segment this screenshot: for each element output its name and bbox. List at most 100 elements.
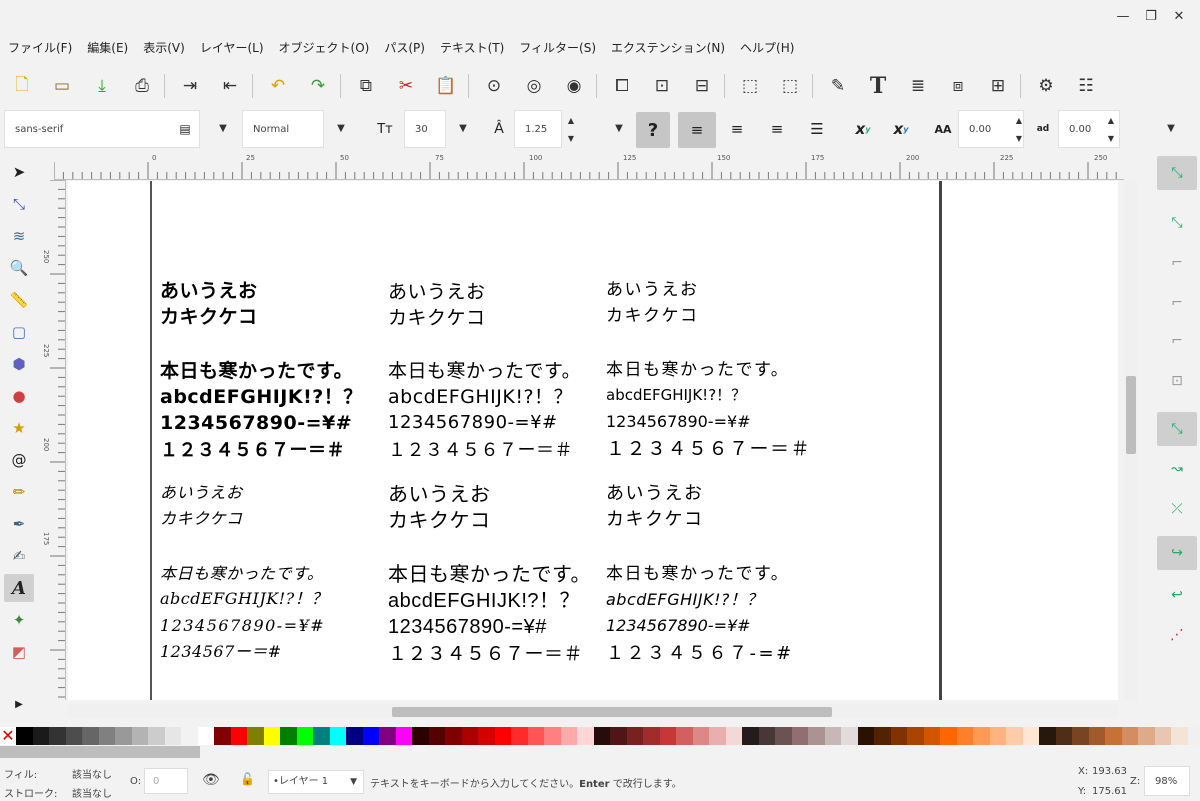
color-swatch[interactable] (1022, 727, 1039, 745)
rectangle-tool-icon[interactable]: ▢ (4, 318, 34, 346)
group-icon[interactable]: ⬚ (736, 72, 764, 100)
color-swatch[interactable] (296, 727, 313, 745)
hide-layer-icon[interactable]: 👁 (202, 772, 220, 788)
color-swatch[interactable] (808, 727, 825, 745)
horizontal-scroll-thumb[interactable] (392, 707, 832, 717)
cut-icon[interactable]: ✂ (392, 72, 420, 100)
paste-icon[interactable]: 📋 (432, 72, 460, 100)
preferences-icon[interactable]: ☷ (1072, 72, 1100, 100)
canvas-text[interactable]: 本日も寒かったです。 (606, 362, 789, 379)
clone-icon[interactable]: ⊡ (648, 72, 676, 100)
canvas-text[interactable]: 本日も寒かったです。 (606, 566, 789, 583)
canvas-text[interactable]: abcdEFGHIJK!?！？ (160, 591, 328, 607)
toolbar-overflow-icon[interactable]: ▼ (1162, 120, 1180, 138)
color-swatch[interactable] (890, 727, 907, 745)
align-justify-icon[interactable]: ☰ (802, 114, 832, 144)
color-swatch[interactable] (247, 727, 264, 745)
vertical-ruler[interactable]: 250 225 200 175 (40, 180, 66, 700)
canvas-text[interactable]: カキクケコ (606, 511, 704, 529)
minimize-icon[interactable]: — (1112, 6, 1134, 28)
maximize-icon[interactable]: ❐ (1140, 6, 1162, 28)
color-swatch[interactable] (940, 727, 957, 745)
export-icon[interactable]: ⇤ (216, 72, 244, 100)
color-swatch[interactable] (626, 727, 643, 745)
color-swatch[interactable] (16, 727, 33, 745)
snap-smooth-nodes-icon[interactable]: ↩ (1157, 578, 1197, 612)
canvas-text[interactable]: あいうえお (388, 283, 486, 302)
letter-spacing-up-icon[interactable]: ▲ (1014, 116, 1024, 125)
menu-file[interactable]: ファイル(F) (8, 36, 72, 60)
menu-path[interactable]: パス(P) (384, 36, 425, 60)
color-swatch[interactable] (1006, 727, 1023, 745)
snap-paths-icon[interactable]: ↝ (1157, 452, 1197, 486)
color-swatch[interactable] (131, 727, 148, 745)
current-layer-select[interactable]: •レイヤー 1 ▼ (268, 770, 364, 794)
color-swatch[interactable] (989, 727, 1006, 745)
word-spacing-down-icon[interactable]: ▼ (1106, 134, 1116, 143)
align-left-icon[interactable]: ≡ (678, 112, 716, 148)
font-list-icon[interactable]: ▤ (170, 114, 200, 144)
palette-scrollbar[interactable] (0, 746, 200, 758)
canvas-text[interactable]: abcdEFGHIJK!?！？ (160, 388, 363, 407)
unlink-clone-icon[interactable]: ⊟ (688, 72, 716, 100)
selector-tool-icon[interactable]: ➤ (4, 158, 34, 186)
canvas-text[interactable]: 1234567890-=¥# (606, 414, 751, 430)
zoom-field[interactable]: 98% (1144, 766, 1190, 796)
canvas-text[interactable]: abcdEFGHIJK!?！？ (388, 591, 580, 611)
superscript-icon[interactable]: xy (848, 114, 878, 144)
font-size-field[interactable]: 30 (404, 110, 446, 148)
canvas-text[interactable]: １２３４５６７ー＝＃ (160, 442, 345, 460)
canvas-text[interactable]: 1234567890-=¥# (388, 414, 558, 432)
canvas-text[interactable]: 1234567890-=¥# (160, 414, 352, 433)
color-swatch[interactable] (725, 727, 742, 745)
text-font-icon[interactable]: T (864, 72, 892, 100)
canvas-text[interactable]: あいうえお (606, 282, 699, 299)
color-swatch[interactable] (115, 727, 132, 745)
color-swatch[interactable] (593, 727, 610, 745)
horizontal-scrollbar[interactable] (68, 704, 1118, 718)
color-swatch[interactable] (1187, 727, 1200, 745)
color-swatch[interactable] (643, 727, 660, 745)
color-swatch[interactable] (1121, 727, 1138, 745)
lock-layer-icon[interactable]: 🔓 (240, 772, 255, 786)
document-properties-icon[interactable]: ⚙ (1032, 72, 1060, 100)
menu-view[interactable]: 表示(V) (143, 36, 185, 60)
color-swatch[interactable] (461, 727, 478, 745)
color-swatch[interactable] (824, 727, 841, 745)
zoom-selection-icon[interactable]: ⊙ (480, 72, 508, 100)
color-swatch[interactable] (676, 727, 693, 745)
color-swatch[interactable] (313, 727, 330, 745)
color-swatch[interactable] (197, 727, 214, 745)
snap-line-midpoints-icon[interactable]: ⋰ (1157, 618, 1197, 652)
color-swatch[interactable] (956, 727, 973, 745)
font-size-dropdown-icon[interactable]: ▼ (454, 120, 472, 138)
canvas-text[interactable]: 本日も寒かったです。 (160, 566, 323, 582)
color-swatch[interactable] (973, 727, 990, 745)
canvas-text[interactable]: abcdEFGHIJK!?！？ (606, 388, 746, 403)
menu-filters[interactable]: フィルター(S) (519, 36, 596, 60)
canvas-text[interactable]: カキクケコ (388, 511, 491, 531)
redo-icon[interactable]: ↷ (304, 72, 332, 100)
color-swatch[interactable] (263, 727, 280, 745)
color-swatch[interactable] (148, 727, 165, 745)
color-swatch[interactable] (610, 727, 627, 745)
snap-bbox-centers-icon[interactable]: ⊡ (1157, 364, 1197, 398)
subscript-icon[interactable]: xy (886, 114, 916, 144)
color-swatch[interactable] (758, 727, 775, 745)
color-swatch[interactable] (1088, 727, 1105, 745)
color-swatch[interactable] (577, 727, 594, 745)
color-swatch[interactable] (709, 727, 726, 745)
canvas-text[interactable]: １２３４５６７ー＝＃ (388, 645, 583, 664)
color-swatch[interactable] (362, 727, 379, 745)
canvas-text[interactable]: abcdEFGHIJK!?！？ (388, 388, 573, 407)
color-swatch[interactable] (82, 727, 99, 745)
canvas-text[interactable]: 本日も寒かったです。 (160, 362, 353, 381)
canvas-text[interactable]: あいうえお (160, 485, 243, 501)
save-icon[interactable]: ⤓ (88, 72, 116, 100)
canvas-text[interactable]: abcdEFGHIJK!?！？ (606, 592, 763, 608)
horizontal-ruler[interactable]: 0 25 50 75 100 125 150 175 200 225 250 (54, 154, 1124, 180)
fill-value[interactable]: 該当なし (72, 766, 112, 781)
color-swatch[interactable] (742, 727, 759, 745)
color-swatch[interactable] (1055, 727, 1072, 745)
color-swatch[interactable] (329, 727, 346, 745)
